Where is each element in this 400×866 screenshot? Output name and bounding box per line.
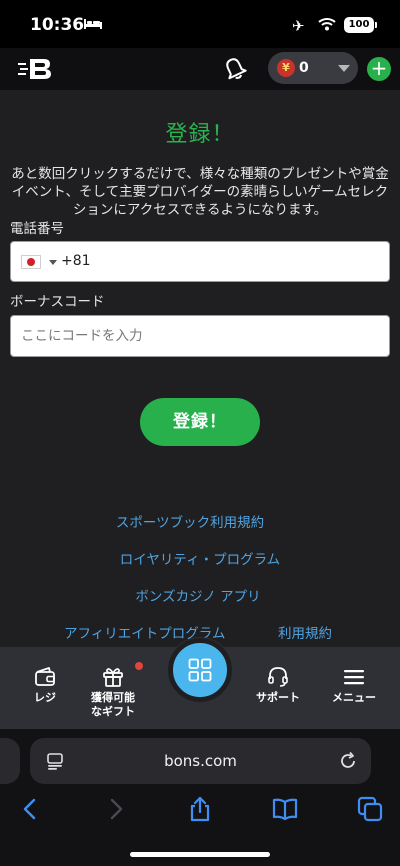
notification-bell-icon[interactable] (222, 56, 248, 82)
terms-link[interactable]: 利用規約 (278, 622, 332, 642)
tabs-icon[interactable] (356, 795, 384, 823)
add-funds-button[interactable]: + (367, 57, 391, 81)
bookmarks-icon[interactable] (271, 795, 299, 823)
gift-icon (103, 668, 123, 687)
bonus-code-label: ボーナスコード (10, 294, 105, 310)
bons-logo-icon[interactable] (18, 58, 54, 80)
phone-number-label: 電話番号 (10, 221, 64, 237)
yen-coin-icon: ¥ (277, 59, 295, 77)
phone-country-code[interactable]: +81 (61, 253, 91, 269)
chevron-down-icon (338, 65, 350, 72)
nav-gifts-label-line1: 獲得可能 (91, 691, 135, 704)
back-arrow-icon[interactable] (16, 795, 44, 823)
nav-gifts[interactable]: 獲得可能 なギフト (77, 662, 149, 719)
status-bar: 10:36 ✈ 100 (0, 0, 400, 48)
nav-support-label: サポート (256, 691, 300, 704)
nav-cashier[interactable]: レジ (9, 665, 81, 705)
loyalty-program-link[interactable]: ロイヤリティ・プログラム (0, 548, 400, 568)
battery-indicator: 100 (344, 17, 374, 33)
home-indicator[interactable] (130, 852, 270, 857)
registration-description: あと数回クリックするだけで、様々な種類のプレゼントや賞金イベント、そして主要プロ… (11, 166, 389, 218)
games-grid-button[interactable] (168, 638, 232, 702)
headset-icon (268, 667, 288, 687)
browser-toolbar: bons.com (0, 729, 400, 866)
forward-arrow-icon[interactable] (102, 795, 130, 823)
wifi-icon (318, 18, 336, 31)
previous-tab-preview[interactable] (0, 738, 20, 784)
balance-value: 0 (299, 60, 309, 76)
hamburger-menu-icon (344, 670, 364, 685)
url-text[interactable]: bons.com (30, 752, 371, 770)
battery-tip (375, 22, 377, 28)
bonus-code-input[interactable] (10, 315, 390, 357)
country-dropdown-caret-icon[interactable] (49, 260, 57, 265)
share-icon[interactable] (186, 795, 214, 823)
status-time: 10:36 (30, 15, 85, 35)
notification-dot (135, 662, 143, 670)
address-bar[interactable]: bons.com (30, 738, 371, 784)
japan-flag-icon[interactable] (21, 255, 41, 269)
nav-gifts-label-line2: なギフト (91, 705, 135, 718)
grid-icon (188, 658, 212, 682)
airplane-mode-icon: ✈ (292, 17, 305, 35)
reload-icon[interactable] (338, 751, 358, 771)
wallet-icon (35, 667, 55, 686)
balance-selector[interactable]: ¥ 0 (268, 52, 358, 84)
nav-menu-label: メニュー (332, 691, 376, 704)
sportsbook-terms-link[interactable]: スポーツブック利用規約 (0, 511, 380, 531)
nav-cashier-label: レジ (34, 691, 56, 704)
nav-support[interactable]: サポート (242, 665, 314, 705)
plus-icon: + (370, 56, 388, 80)
sleep-mode-icon (84, 19, 102, 29)
phone-number-field[interactable]: +81 (10, 241, 390, 282)
app-header: ¥ 0 + (0, 48, 400, 90)
casino-app-link[interactable]: ボンズカジノ アプリ (0, 585, 396, 605)
page-title: 登録！ (165, 122, 235, 147)
nav-menu[interactable]: メニュー (318, 665, 390, 705)
register-button[interactable]: 登録！ (140, 398, 260, 446)
